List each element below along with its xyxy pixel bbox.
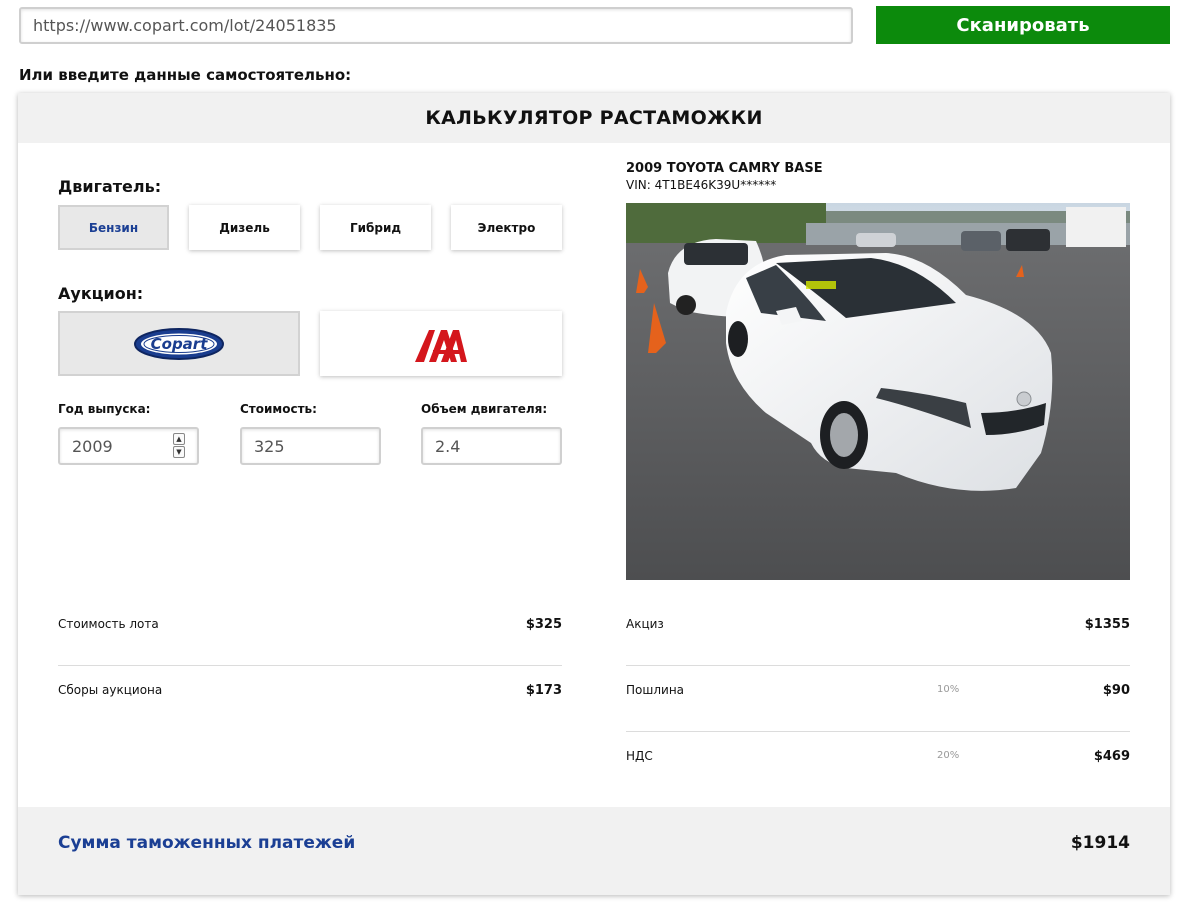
year-label: Год выпуска: (58, 402, 151, 416)
auction-option-iaa[interactable] (320, 311, 562, 376)
cost-row-value: $90 (1102, 683, 1130, 698)
year-stepper[interactable]: ▲ ▼ (173, 433, 185, 459)
engine-option-petrol[interactable]: Бензин (58, 205, 169, 250)
lot-url-input[interactable] (19, 7, 853, 44)
engine-volume-label: Объем двигателя: (421, 402, 548, 416)
cost-row-label: НДС (626, 749, 653, 763)
manual-entry-label: Или введите данные самостоятельно: (19, 66, 352, 84)
iaa-logo (415, 329, 467, 362)
engine-option-electric[interactable]: Электро (451, 205, 562, 250)
cost-row-value: $1355 (1084, 617, 1130, 632)
divider (626, 665, 1130, 666)
engine-option-hybrid[interactable]: Гибрид (320, 205, 431, 250)
calculator-title: КАЛЬКУЛЯТОР РАСТАМОЖКИ (18, 93, 1170, 143)
cost-row-value: $173 (525, 683, 562, 698)
cost-row-rate: 10% (937, 684, 960, 695)
cost-row-label: Сборы аукциона (58, 683, 163, 697)
customs-calculator-card: КАЛЬКУЛЯТОР РАСТАМОЖКИ Двигатель: Бензин… (18, 93, 1170, 895)
year-increment-icon[interactable]: ▲ (173, 433, 185, 445)
cost-row-auction-fees: Сборы аукциона $173 (58, 683, 562, 703)
cost-row-value: $469 (1093, 749, 1130, 764)
copart-logo: Copart (134, 327, 224, 360)
auction-label: Аукцион: (58, 284, 144, 303)
engine-option-diesel[interactable]: Дизель (189, 205, 300, 250)
year-decrement-icon[interactable]: ▼ (173, 446, 185, 458)
vehicle-vin: VIN: 4T1BE46K39U****** (626, 178, 777, 192)
total-footer: Сумма таможенных платежей $1914 (18, 807, 1170, 895)
cost-row-value: $325 (525, 617, 562, 632)
cost-row-lot: Стоимость лота $325 (58, 617, 562, 637)
cost-row-excise: Акциз $1355 (626, 617, 1130, 637)
divider (58, 665, 562, 666)
vehicle-title: 2009 TOYOTA CAMRY BASE (626, 161, 823, 176)
engine-volume-input[interactable] (421, 427, 562, 465)
scan-button[interactable]: Сканировать (876, 6, 1170, 44)
total-value: $1914 (1070, 833, 1130, 853)
cost-row-vat: НДС 20% $469 (626, 749, 1130, 769)
price-label: Стоимость: (240, 402, 317, 416)
cost-row-label: Акциз (626, 617, 664, 631)
cost-row-label: Пошлина (626, 683, 685, 697)
cost-row-label: Стоимость лота (58, 617, 159, 631)
cost-row-duty: Пошлина 10% $90 (626, 683, 1130, 703)
auction-option-copart[interactable]: Copart (58, 311, 300, 376)
copart-logo-text: Copart (151, 335, 209, 353)
cost-row-rate: 20% (937, 750, 960, 761)
engine-label: Двигатель: (58, 177, 162, 196)
vehicle-photo (626, 203, 1130, 580)
price-input[interactable] (240, 427, 381, 465)
total-label: Сумма таможенных платежей (58, 833, 356, 853)
divider (626, 731, 1130, 732)
